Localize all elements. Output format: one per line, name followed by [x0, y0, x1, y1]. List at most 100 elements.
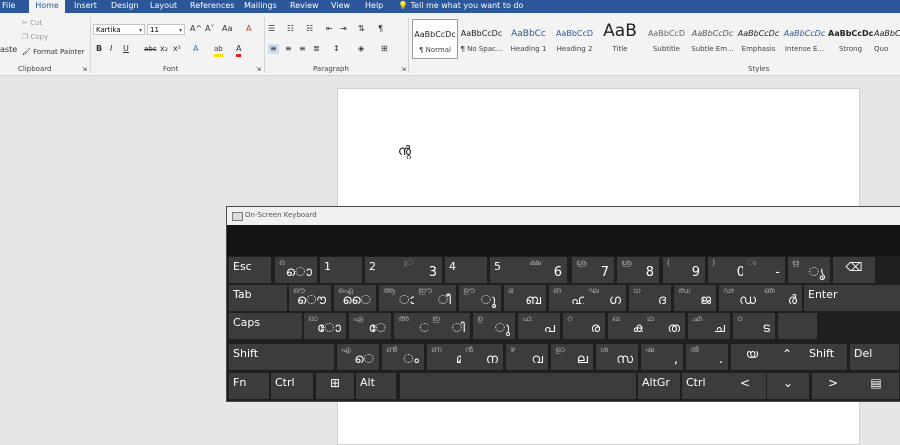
osk-key[interactable]: ഋൃ	[788, 257, 830, 283]
clear-formatting-button[interactable]: A	[246, 24, 251, 34]
borders-button[interactable]: ⊞	[381, 44, 388, 54]
tab-view[interactable]: View	[331, 0, 350, 13]
osk-key[interactable]: ഃ -	[743, 257, 785, 283]
tab-layout[interactable]: Layout	[150, 0, 177, 13]
osk-key-shift[interactable]: Shift	[229, 344, 334, 370]
tell-me-search[interactable]: 💡 Tell me what you want to do	[398, 0, 523, 13]
format-painter-button[interactable]: 🖌 Format Painter	[22, 48, 85, 56]
osk-key[interactable]: ഉു	[473, 313, 515, 339]
osk-key[interactable]: ഔൌ	[289, 285, 331, 311]
osk-key[interactable]: ഘഗ	[584, 285, 626, 311]
osk-key[interactable]: ഭബ	[504, 285, 546, 311]
align-right-button[interactable]: ≡	[299, 44, 306, 54]
tab-design[interactable]: Design	[111, 0, 139, 13]
osk-key-ctrl[interactable]: Ctrl	[271, 373, 313, 399]
osk-key-esc[interactable]: Esc	[229, 257, 271, 283]
numbering-button[interactable]: ☷	[287, 24, 294, 34]
osk-key-altgr[interactable]: AltGr	[638, 373, 680, 399]
osk-key[interactable]: ഷ,	[641, 344, 683, 370]
osk-key[interactable]: ശ്ര 8	[617, 257, 659, 283]
strikethrough-button[interactable]: abc	[144, 44, 157, 54]
osk-key[interactable]: ഛച	[688, 313, 730, 339]
increase-indent-button[interactable]: ⇥	[340, 24, 347, 34]
osk-key-left[interactable]: <	[724, 373, 766, 399]
osk-key[interactable]: ഇി	[428, 313, 470, 339]
cut-button[interactable]: ✂ Cut	[22, 19, 42, 27]
align-center-button[interactable]: ≡	[285, 44, 292, 54]
style-emphasis[interactable]: AaBbCcDc Emphasis	[736, 19, 781, 57]
paste-button[interactable]: aste	[0, 45, 17, 54]
osk-key[interactable]: ഴവ	[506, 344, 548, 370]
tab-references[interactable]: References	[190, 0, 234, 13]
shrink-font-button[interactable]: A˅	[205, 24, 214, 34]
osk-key[interactable]: ഈീ	[414, 285, 456, 311]
italic-button[interactable]: I	[110, 44, 112, 54]
style-no-spacing[interactable]: AaBbCcDc ¶ No Spac...	[459, 19, 504, 57]
osk-key-4[interactable]: 4	[445, 257, 487, 283]
osk-key[interactable]: (9	[663, 257, 705, 283]
osk-key[interactable]: ഒൊ	[275, 257, 317, 283]
style-heading-2[interactable]: AaBbCcD Heading 2	[552, 19, 597, 57]
tab-home[interactable]: Home	[29, 0, 65, 13]
osk-key[interactable]: ഏേ	[349, 313, 391, 339]
style-quote[interactable]: AaBbCcD Quo	[874, 19, 900, 57]
osk-key[interactable]: ൺം	[382, 344, 424, 370]
underline-button[interactable]: U	[123, 44, 129, 54]
font-launcher-icon[interactable]: ⇲	[256, 66, 261, 73]
line-spacing-button[interactable]: ↕	[333, 44, 340, 54]
osk-key-up[interactable]: ⌃	[766, 344, 808, 370]
osk-key-windows[interactable]: ⊞	[316, 373, 354, 399]
style-intense-emphasis[interactable]: AaBbCcDc Intense E...	[782, 19, 827, 57]
tab-mailings[interactable]: Mailings	[244, 0, 277, 13]
osk-key-fn[interactable]: Fn	[229, 373, 269, 399]
shading-button[interactable]: ◈	[358, 44, 364, 54]
tab-review[interactable]: Review	[290, 0, 319, 13]
bullets-button[interactable]: ☰	[268, 24, 275, 34]
sort-button[interactable]: ⇅	[358, 24, 365, 34]
osk-key[interactable]: ഥത	[643, 313, 685, 339]
osk-key[interactable]: ശ്ര 7	[572, 257, 614, 283]
osk-key[interactable]: ളാ ല	[551, 344, 593, 370]
osk-key[interactable]: ഐൈ	[334, 285, 376, 311]
osk-key-options[interactable]: ▤	[853, 373, 899, 399]
copy-button[interactable]: ❐ Copy	[22, 33, 48, 41]
text-effects-button[interactable]: A	[193, 44, 198, 54]
document-text[interactable]: ന്റ	[398, 144, 411, 159]
osk-key[interactable]	[778, 313, 817, 339]
font-color-button[interactable]: A	[236, 44, 242, 57]
osk-key[interactable]: ഢഡ	[719, 285, 761, 311]
justify-button[interactable]: ≣	[313, 44, 320, 54]
grow-font-button[interactable]: A^	[190, 24, 202, 34]
style-normal[interactable]: AaBbCcDc ¶ Normal	[412, 19, 458, 59]
osk-key-del[interactable]: Del	[850, 344, 899, 370]
paragraph-launcher-icon[interactable]: ⇲	[401, 66, 406, 73]
osk-key-alt[interactable]: Alt	[356, 373, 396, 399]
tab-help[interactable]: Help	[365, 0, 383, 13]
osk-key[interactable]: എെ	[337, 344, 379, 370]
multilevel-list-button[interactable]: ☵	[306, 24, 313, 34]
osk-key-right[interactable]: >	[812, 373, 854, 399]
osk-key[interactable]: ്ര 3	[400, 257, 442, 283]
osk-key-ctrl[interactable]: Ctrl	[682, 373, 724, 399]
osk-key[interactable]: ഞർ	[760, 285, 802, 311]
font-size-combo[interactable]: 11 ▾	[147, 24, 185, 35]
align-left-button[interactable]: ≡	[268, 44, 279, 54]
style-strong[interactable]: AaBbCcDc Strong	[828, 19, 873, 57]
osk-key-enter[interactable]: Enter	[804, 285, 900, 311]
osk-key-backspace[interactable]: ⌫	[833, 257, 875, 283]
osk-key[interactable]: ഝജ	[674, 285, 716, 311]
show-marks-button[interactable]: ¶	[378, 24, 383, 34]
osk-key[interactable]: ഊൂ	[459, 285, 501, 311]
tab-insert[interactable]: Insert	[74, 0, 97, 13]
font-name-combo[interactable]: Kartika ▾	[93, 24, 145, 35]
clipboard-launcher-icon[interactable]: ⇲	[82, 66, 87, 73]
osk-key[interactable]: ശസ	[596, 344, 638, 370]
highlight-button[interactable]: ab	[214, 44, 223, 57]
change-case-button[interactable]: Aa	[222, 24, 232, 34]
tab-file[interactable]: File	[2, 0, 22, 13]
superscript-button[interactable]: x²	[173, 44, 181, 54]
osk-key-space[interactable]	[400, 373, 636, 399]
osk-key[interactable]: ക്ഷ 6	[525, 257, 567, 283]
osk-key[interactable]: ഓോ	[304, 313, 346, 339]
osk-key[interactable]: ധദ	[629, 285, 671, 311]
